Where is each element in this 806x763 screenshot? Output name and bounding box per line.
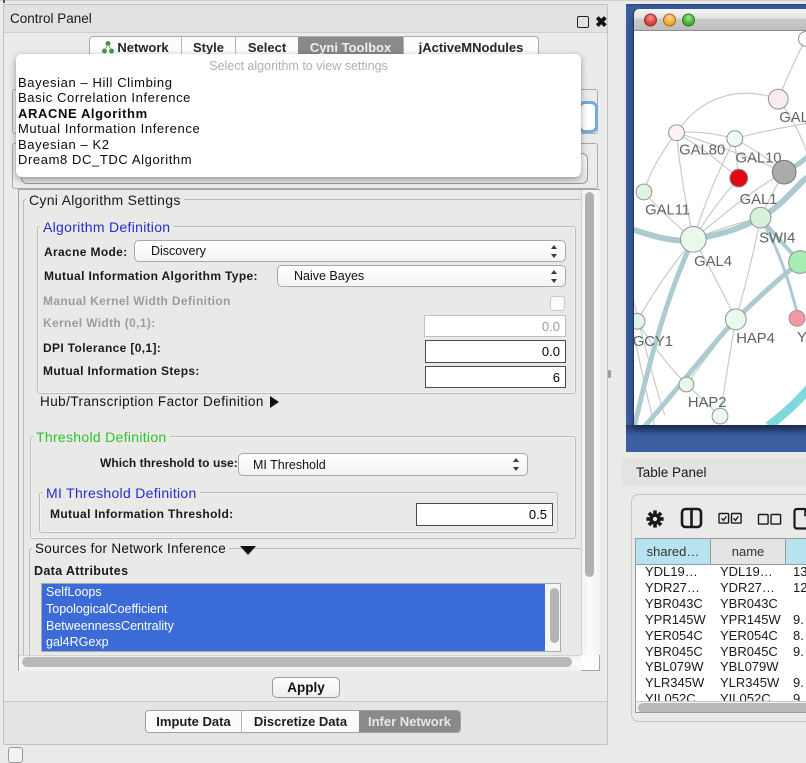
svg-text:HAP4: HAP4 bbox=[736, 331, 775, 347]
svg-text:GAL11: GAL11 bbox=[645, 203, 690, 219]
svg-text:GAL1: GAL1 bbox=[740, 192, 778, 208]
svg-text:Y: Y bbox=[797, 330, 806, 346]
svg-text:GAL: GAL bbox=[779, 110, 806, 126]
svg-text:HAP2: HAP2 bbox=[688, 395, 727, 411]
svg-text:GAL80: GAL80 bbox=[679, 142, 725, 158]
svg-text:GCY1: GCY1 bbox=[634, 334, 673, 350]
svg-text:SWI4: SWI4 bbox=[759, 230, 795, 246]
svg-text:GAL4: GAL4 bbox=[694, 254, 732, 270]
svg-text:GAL10: GAL10 bbox=[735, 150, 781, 166]
